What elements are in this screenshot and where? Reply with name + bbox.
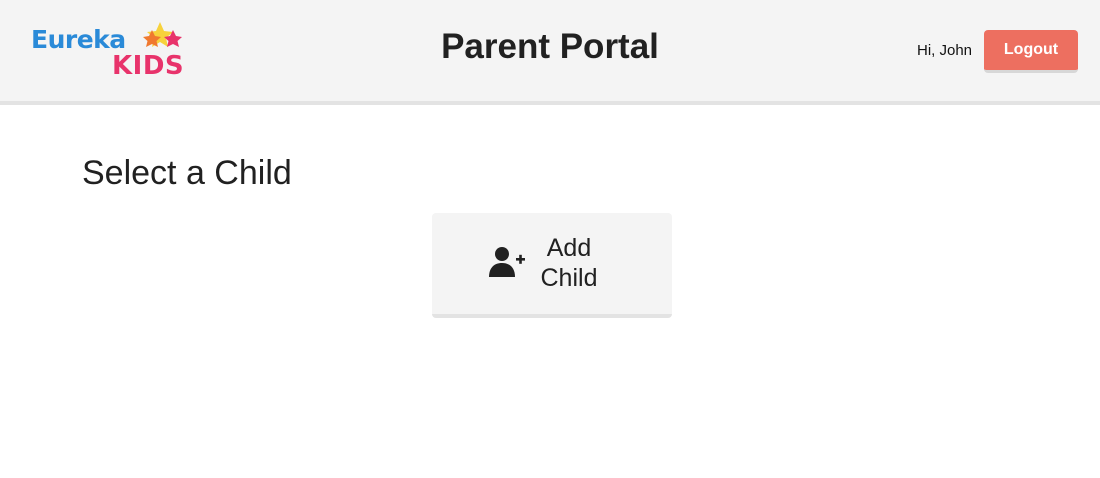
user-plus-icon [489, 247, 525, 277]
section-title: Select a Child [82, 154, 292, 192]
eureka-kids-logo[interactable]: Eureka KIDS [30, 20, 190, 82]
add-child-label: Add Child [540, 234, 598, 292]
stars-icon [143, 22, 182, 47]
logo-text-eureka: Eureka [31, 25, 126, 54]
user-greeting: Hi, John [917, 42, 973, 59]
logout-button[interactable]: Logout [984, 30, 1078, 73]
logo-text-kids: KIDS [112, 51, 185, 81]
add-child-button[interactable]: Add Child [432, 213, 672, 318]
top-header: Eureka KIDS Parent Portal Hi, John Logou… [0, 0, 1100, 105]
